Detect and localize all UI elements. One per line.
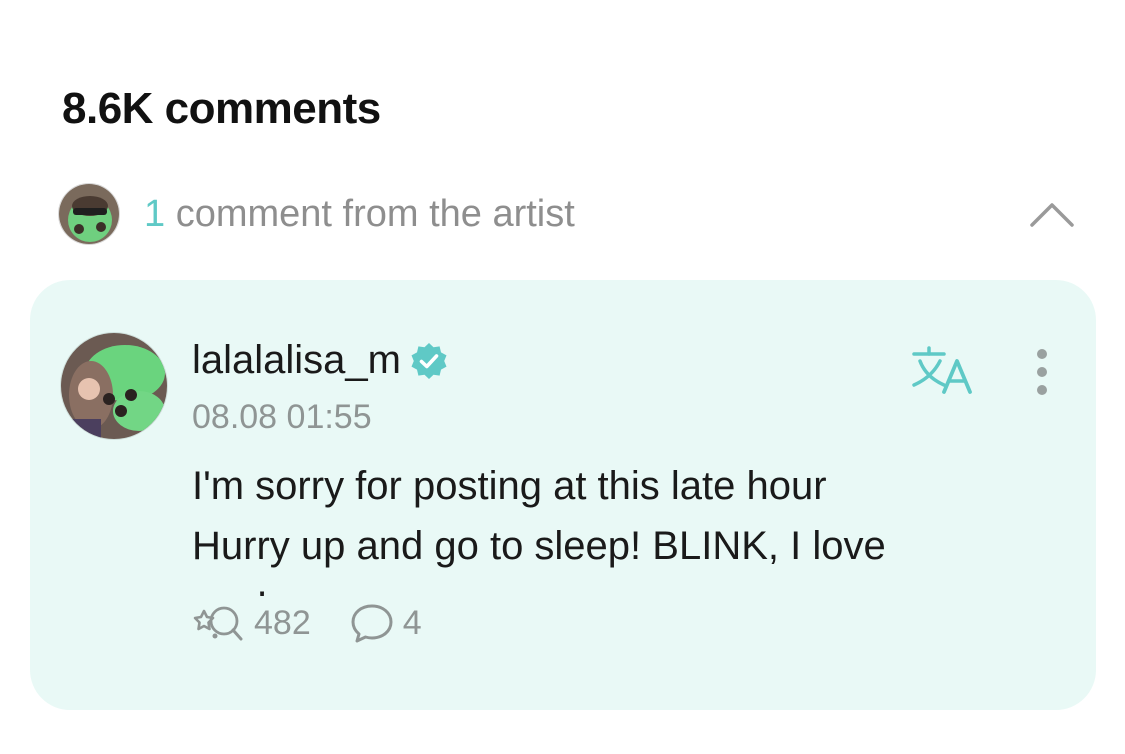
translate-icon[interactable] bbox=[908, 340, 978, 400]
more-dot bbox=[1037, 367, 1047, 377]
comments-count-heading: 8.6K comments bbox=[62, 84, 381, 133]
comment-line-truncated: you! bbox=[192, 576, 1012, 596]
reply-button[interactable]: 4 bbox=[349, 602, 422, 644]
artist-mini-avatar bbox=[58, 183, 120, 245]
artist-comments-toggle-row[interactable]: 1 comment from the artist bbox=[58, 182, 1078, 246]
like-count: 482 bbox=[254, 603, 311, 642]
avatar[interactable] bbox=[60, 332, 168, 440]
like-button[interactable]: 482 bbox=[192, 603, 311, 643]
sparkle-heart-icon bbox=[193, 606, 243, 641]
artist-comment-label: comment from the artist bbox=[165, 192, 575, 235]
artist-comment-card: lalalalisa_m 08.08 01:55 I'm sorry for p… bbox=[30, 280, 1096, 710]
chevron-up-icon[interactable] bbox=[1026, 188, 1078, 240]
username[interactable]: lalalalisa_m bbox=[192, 338, 401, 383]
more-vertical-icon[interactable] bbox=[1022, 342, 1062, 402]
comment-line: Hurry up and go to sleep! BLINK, I love bbox=[192, 524, 886, 568]
more-dot bbox=[1037, 385, 1047, 395]
speech-bubble-icon bbox=[351, 604, 393, 643]
comment-timestamp: 08.08 01:55 bbox=[192, 398, 372, 436]
comments-page: 8.6K comments 1 comment from the artist bbox=[0, 0, 1125, 754]
artist-comments-text: 1 comment from the artist bbox=[144, 193, 575, 236]
reply-count: 4 bbox=[402, 603, 422, 642]
verified-badge-icon bbox=[411, 342, 447, 379]
comment-line: I'm sorry for posting at this late hour bbox=[192, 464, 827, 508]
username-row: lalalalisa_m bbox=[192, 338, 449, 383]
comment-actions: 482 4 bbox=[192, 602, 422, 644]
artist-comment-count: 1 bbox=[144, 192, 166, 235]
comment-body: I'm sorry for posting at this late hour … bbox=[192, 456, 1012, 596]
more-dot bbox=[1037, 349, 1047, 359]
